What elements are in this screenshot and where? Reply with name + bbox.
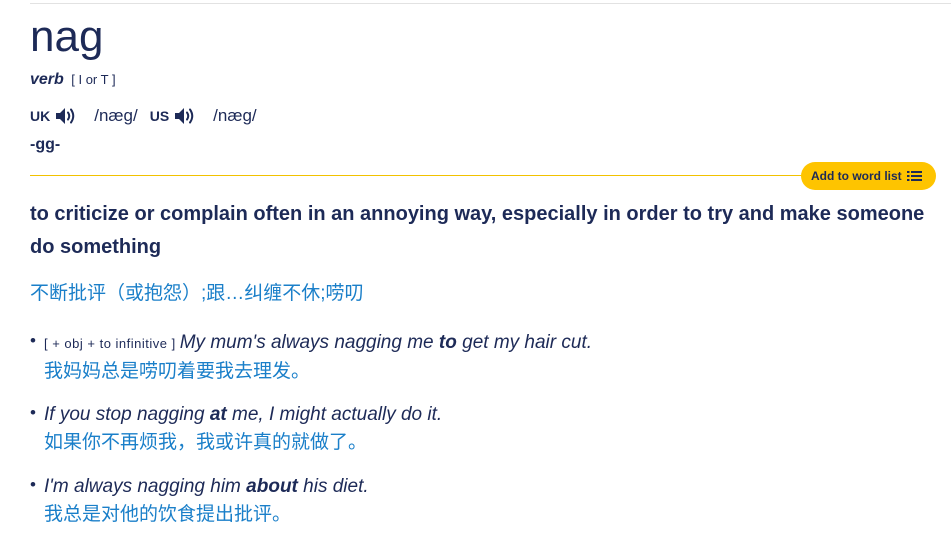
definition-text: to criticize or complain often in an ann…: [30, 203, 925, 258]
example-keyword: to: [438, 332, 457, 353]
definition-divider: [30, 175, 931, 176]
example-keyword: about: [246, 476, 298, 497]
uk-region-label: UK: [30, 108, 51, 124]
definition-translation: 不断批评（或抱怨）;跟…纠缠不休;唠叨: [30, 283, 364, 304]
example-text: I'm always nagging him: [44, 476, 247, 497]
headword: nag: [30, 12, 104, 61]
example-grammar: [ + obj + to infinitive ]: [44, 336, 176, 351]
grammar-code: [ I or T ]: [71, 72, 116, 87]
us-region-label: US: [149, 108, 170, 124]
example-text: My mum's always nagging me: [179, 332, 439, 353]
top-divider: [30, 3, 951, 4]
pronunciation-line: UK /næɡ/ US /næɡ/: [30, 105, 269, 127]
list-icon: [906, 170, 922, 182]
examples-list: [ + obj + to infinitive ]My mum's always…: [30, 330, 930, 546]
example-text: his diet.: [297, 476, 369, 497]
example-item: If you stop nagging at me, I might actua…: [30, 402, 930, 474]
uk-ipa: /næɡ/: [94, 106, 138, 125]
example-translation: 我总是对他的饮食提出批评。: [44, 504, 292, 525]
us-speaker-icon[interactable]: [173, 105, 199, 127]
example-item: [ + obj + to infinitive ]My mum's always…: [30, 330, 930, 402]
add-to-word-list-label: Add to word list: [811, 169, 902, 183]
part-of-speech-line: verb [ I or T ]: [30, 71, 116, 89]
example-translation: 我妈妈总是唠叨着要我去理发。: [44, 361, 311, 382]
example-sentence: I'm always nagging him about his diet.: [44, 474, 930, 500]
inflection: -gg-: [30, 136, 61, 153]
example-text: get my hair cut.: [456, 332, 593, 353]
example-text: me, I might actually do it.: [226, 404, 443, 425]
example-keyword: at: [209, 404, 227, 425]
uk-speaker-icon[interactable]: [54, 105, 80, 127]
example-item: I'm always nagging him about his diet. 我…: [30, 474, 930, 546]
us-ipa: /næɡ/: [213, 106, 257, 125]
example-sentence: If you stop nagging at me, I might actua…: [44, 402, 930, 428]
add-to-word-list-button[interactable]: Add to word list: [801, 162, 936, 190]
example-sentence: [ + obj + to infinitive ]My mum's always…: [44, 330, 930, 357]
example-text: If you stop nagging: [44, 404, 210, 425]
example-translation: 如果你不再烦我，我或许真的就做了。: [44, 432, 368, 453]
part-of-speech: verb: [30, 71, 64, 88]
